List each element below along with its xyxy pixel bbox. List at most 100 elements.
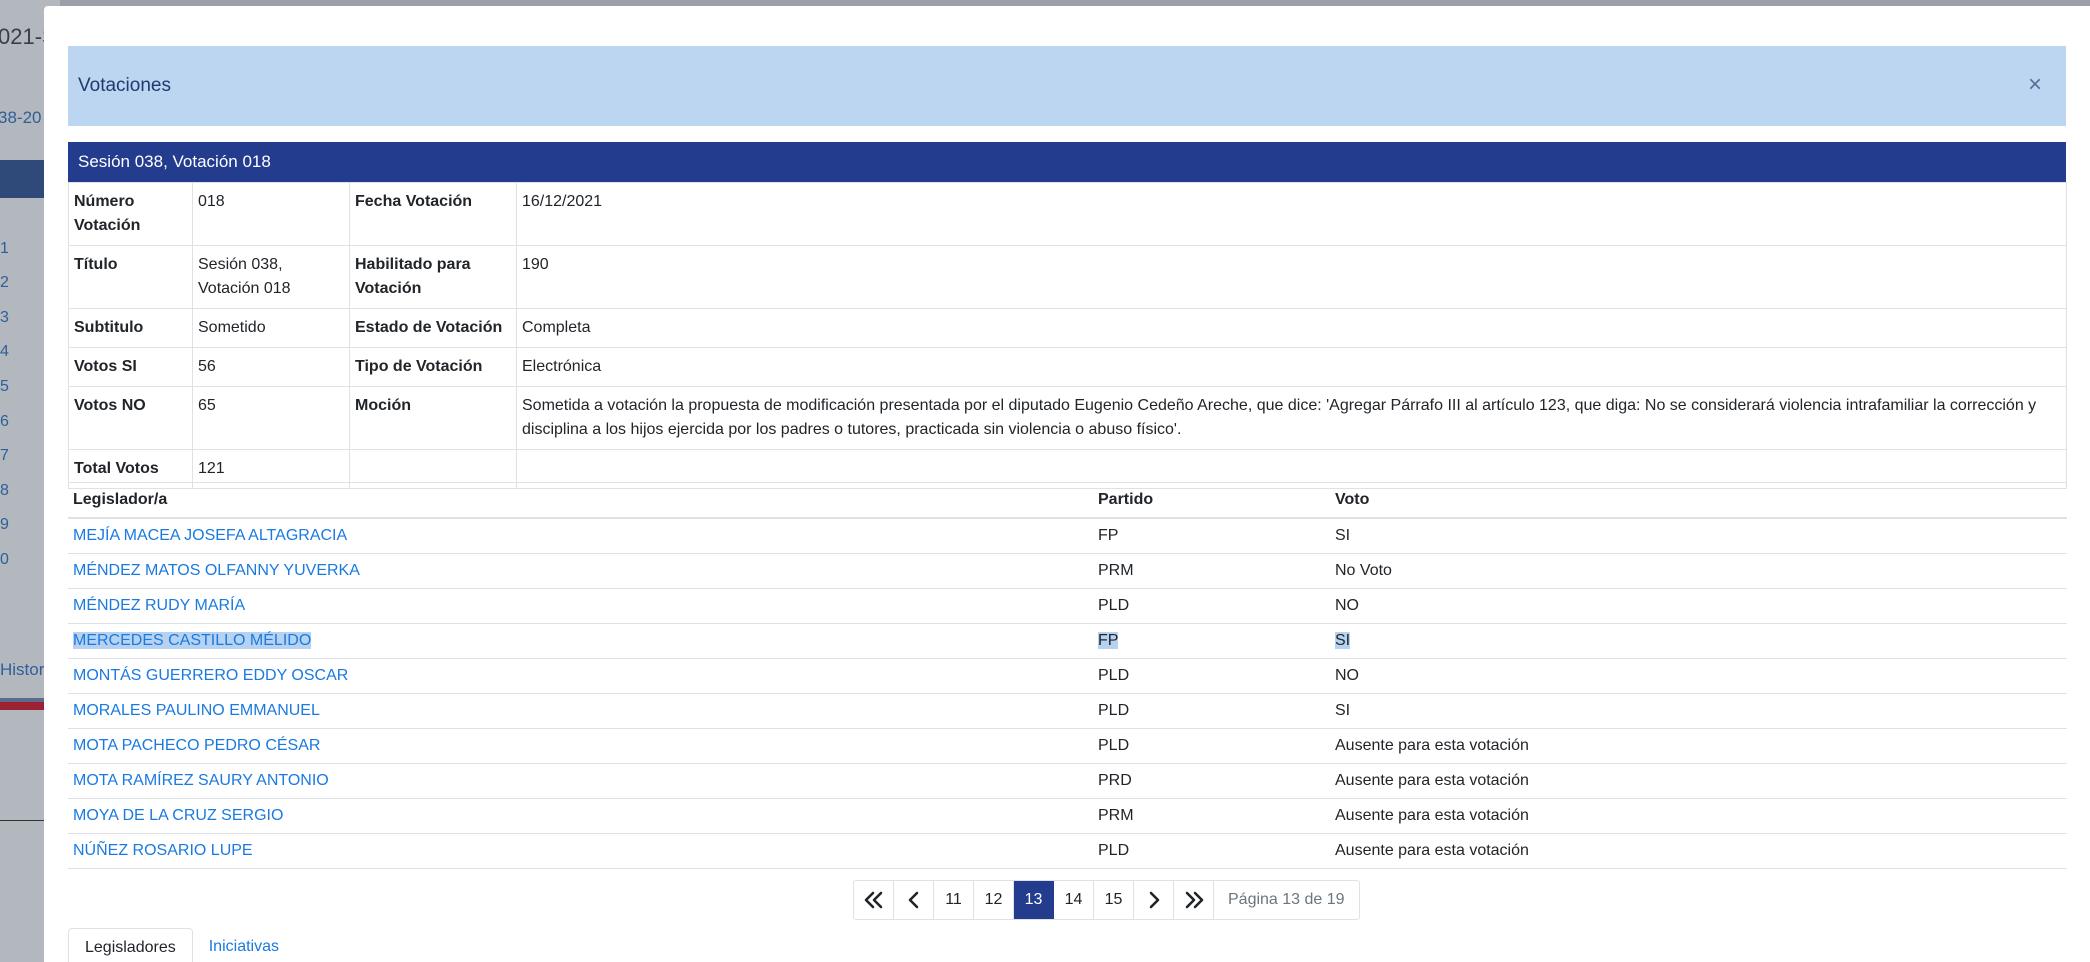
mocion-value: Sometida a votación la propuesta de modi…: [516, 386, 2067, 450]
vote-info-table: Número Votación 018 Fecha Votación 16/12…: [68, 182, 2067, 489]
legislator-link[interactable]: NÚÑEZ ROSARIO LUPE: [73, 842, 253, 859]
info-row: Votos SI 56 Tipo de Votación Electrónica: [68, 347, 2067, 387]
legislator-link[interactable]: MONTÁS GUERRERO EDDY OSCAR: [73, 667, 348, 684]
double-chevron-right-icon: [1185, 891, 1203, 909]
table-row: MÉNDEZ RUDY MARÍA PLD NO: [68, 588, 2067, 624]
estado-label: Estado de Votación: [349, 308, 517, 348]
tipo-value: Electrónica: [516, 347, 2067, 387]
page-button-14[interactable]: 14: [1054, 881, 1094, 919]
bg-history-link: Histori: [0, 660, 49, 679]
modal-title: Votaciones: [78, 75, 171, 96]
vote-cell: NO: [1330, 588, 2067, 624]
titulo-label: Título: [68, 245, 193, 309]
party-cell: PLD: [1093, 588, 1330, 624]
next-page-button[interactable]: [1134, 881, 1174, 919]
party-cell: PLD: [1093, 658, 1330, 694]
legislator-link[interactable]: MOYA DE LA CRUZ SERGIO: [73, 807, 283, 824]
bg-code-fragment: 38-20: [0, 108, 42, 127]
chevron-left-icon: [908, 891, 918, 909]
party-cell: PRM: [1093, 553, 1330, 589]
legislator-link[interactable]: MÉNDEZ MATOS OLFANNY YUVERKA: [73, 562, 360, 579]
bg-row-number: 9: [0, 516, 9, 533]
table-row: MORALES PAULINO EMMANUEL PLD SI: [68, 693, 2067, 729]
titulo-value: Sesión 038, Votación 018: [192, 245, 350, 309]
legislator-link[interactable]: MOTA PACHECO PEDRO CÉSAR: [73, 737, 320, 754]
vote-cell: Ausente para esta votación: [1330, 763, 2067, 799]
page-button-11[interactable]: 11: [934, 881, 974, 919]
table-row: MONTÁS GUERRERO EDDY OSCAR PLD NO: [68, 658, 2067, 694]
vote-cell: SI: [1335, 632, 1351, 649]
bg-row-number: 6: [0, 413, 9, 430]
header-voto: Voto: [1330, 482, 2067, 519]
votos-no-value: 65: [192, 386, 350, 450]
votos-no-label: Votos NO: [68, 386, 193, 450]
vote-cell: Ausente para esta votación: [1330, 833, 2067, 869]
page-info: Página 13 de 19: [1228, 891, 1345, 908]
habilitado-value: 190: [516, 245, 2067, 309]
votos-si-label: Votos SI: [68, 347, 193, 387]
last-page-button[interactable]: [1174, 881, 1214, 919]
info-row: Título Sesión 038, Votación 018 Habilita…: [68, 245, 2067, 309]
page-button-13-active[interactable]: 13: [1014, 881, 1054, 919]
session-header: Sesión 038, Votación 018: [68, 142, 2066, 182]
party-cell: PLD: [1093, 728, 1330, 764]
table-row: NÚÑEZ ROSARIO LUPE PLD Ausente para esta…: [68, 833, 2067, 869]
bg-row-number: 8: [0, 482, 9, 499]
vote-cell: No Voto: [1330, 553, 2067, 589]
subtitulo-value: Sometido: [192, 308, 350, 348]
bg-row-number: 4: [0, 343, 9, 360]
table-row: MOTA RAMÍREZ SAURY ANTONIO PRD Ausente p…: [68, 763, 2067, 799]
vote-cell: SI: [1330, 518, 2067, 554]
fecha-label: Fecha Votación: [349, 182, 517, 246]
bg-row-number: 2: [0, 274, 9, 291]
legislator-link[interactable]: MORALES PAULINO EMMANUEL: [73, 702, 320, 719]
numero-value: 018: [192, 182, 350, 246]
subtitulo-label: Subtitulo: [68, 308, 193, 348]
prev-page-button[interactable]: [894, 881, 934, 919]
first-page-button[interactable]: [854, 881, 894, 919]
vote-cell: Ausente para esta votación: [1330, 728, 2067, 764]
info-row: Votos NO 65 Moción Sometida a votación l…: [68, 386, 2067, 450]
party-cell: PLD: [1093, 833, 1330, 869]
info-row: Número Votación 018 Fecha Votación 16/12…: [68, 182, 2067, 246]
party-cell: PLD: [1093, 693, 1330, 729]
vote-cell: SI: [1330, 693, 2067, 729]
chevron-right-icon: [1149, 891, 1159, 909]
bg-row-number: 0: [0, 551, 9, 568]
table-row: MOYA DE LA CRUZ SERGIO PRM Ausente para …: [68, 798, 2067, 834]
legislator-link[interactable]: MÉNDEZ RUDY MARÍA: [73, 597, 245, 614]
fecha-value: 16/12/2021: [516, 182, 2067, 246]
table-row: MEJÍA MACEA JOSEFA ALTAGRACIA FP SI: [68, 518, 2067, 554]
tab-legisladores[interactable]: Legisladores: [68, 928, 193, 962]
party-cell: PRD: [1093, 763, 1330, 799]
header-partido: Partido: [1093, 482, 1330, 519]
page-button-12[interactable]: 12: [974, 881, 1014, 919]
vote-cell: Ausente para esta votación: [1330, 798, 2067, 834]
legislator-link[interactable]: MEJÍA MACEA JOSEFA ALTAGRACIA: [73, 527, 347, 544]
legislators-table: Legislador/a Partido Voto MEJÍA MACEA JO…: [68, 482, 2067, 869]
votos-si-value: 56: [192, 347, 350, 387]
table-row: MÉNDEZ MATOS OLFANNY YUVERKA PRM No Voto: [68, 553, 2067, 589]
party-cell: FP: [1093, 518, 1330, 554]
modal-header: Votaciones ×: [68, 46, 2066, 126]
bg-row-number: 3: [0, 309, 9, 326]
bottom-tabs: Legisladores Iniciativas: [68, 928, 295, 962]
tipo-label: Tipo de Votación: [349, 347, 517, 387]
votaciones-modal: Votaciones × Sesión 038, Votación 018 Nú…: [44, 6, 2090, 962]
party-cell: FP: [1098, 632, 1119, 649]
pagination: 11 12 13 14 15 Página 13 de 19: [853, 880, 1360, 920]
info-row: Subtitulo Sometido Estado de Votación Co…: [68, 308, 2067, 348]
habilitado-label: Habilitado para Votación: [349, 245, 517, 309]
session-title: Sesión 038, Votación 018: [78, 152, 271, 171]
close-icon[interactable]: ×: [2028, 70, 2042, 100]
bg-row-number: 7: [0, 447, 9, 464]
numero-label: Número Votación: [68, 182, 193, 246]
mocion-label: Moción: [349, 386, 517, 450]
tab-iniciativas[interactable]: Iniciativas: [193, 928, 295, 962]
header-legislador: Legislador/a: [68, 482, 1093, 519]
legislator-link[interactable]: MOTA RAMÍREZ SAURY ANTONIO: [73, 772, 329, 789]
table-row: MOTA PACHECO PEDRO CÉSAR PLD Ausente par…: [68, 728, 2067, 764]
page-button-15[interactable]: 15: [1094, 881, 1134, 919]
legislator-link[interactable]: MERCEDES CASTILLO MÉLIDO: [73, 632, 312, 649]
double-chevron-left-icon: [864, 891, 882, 909]
